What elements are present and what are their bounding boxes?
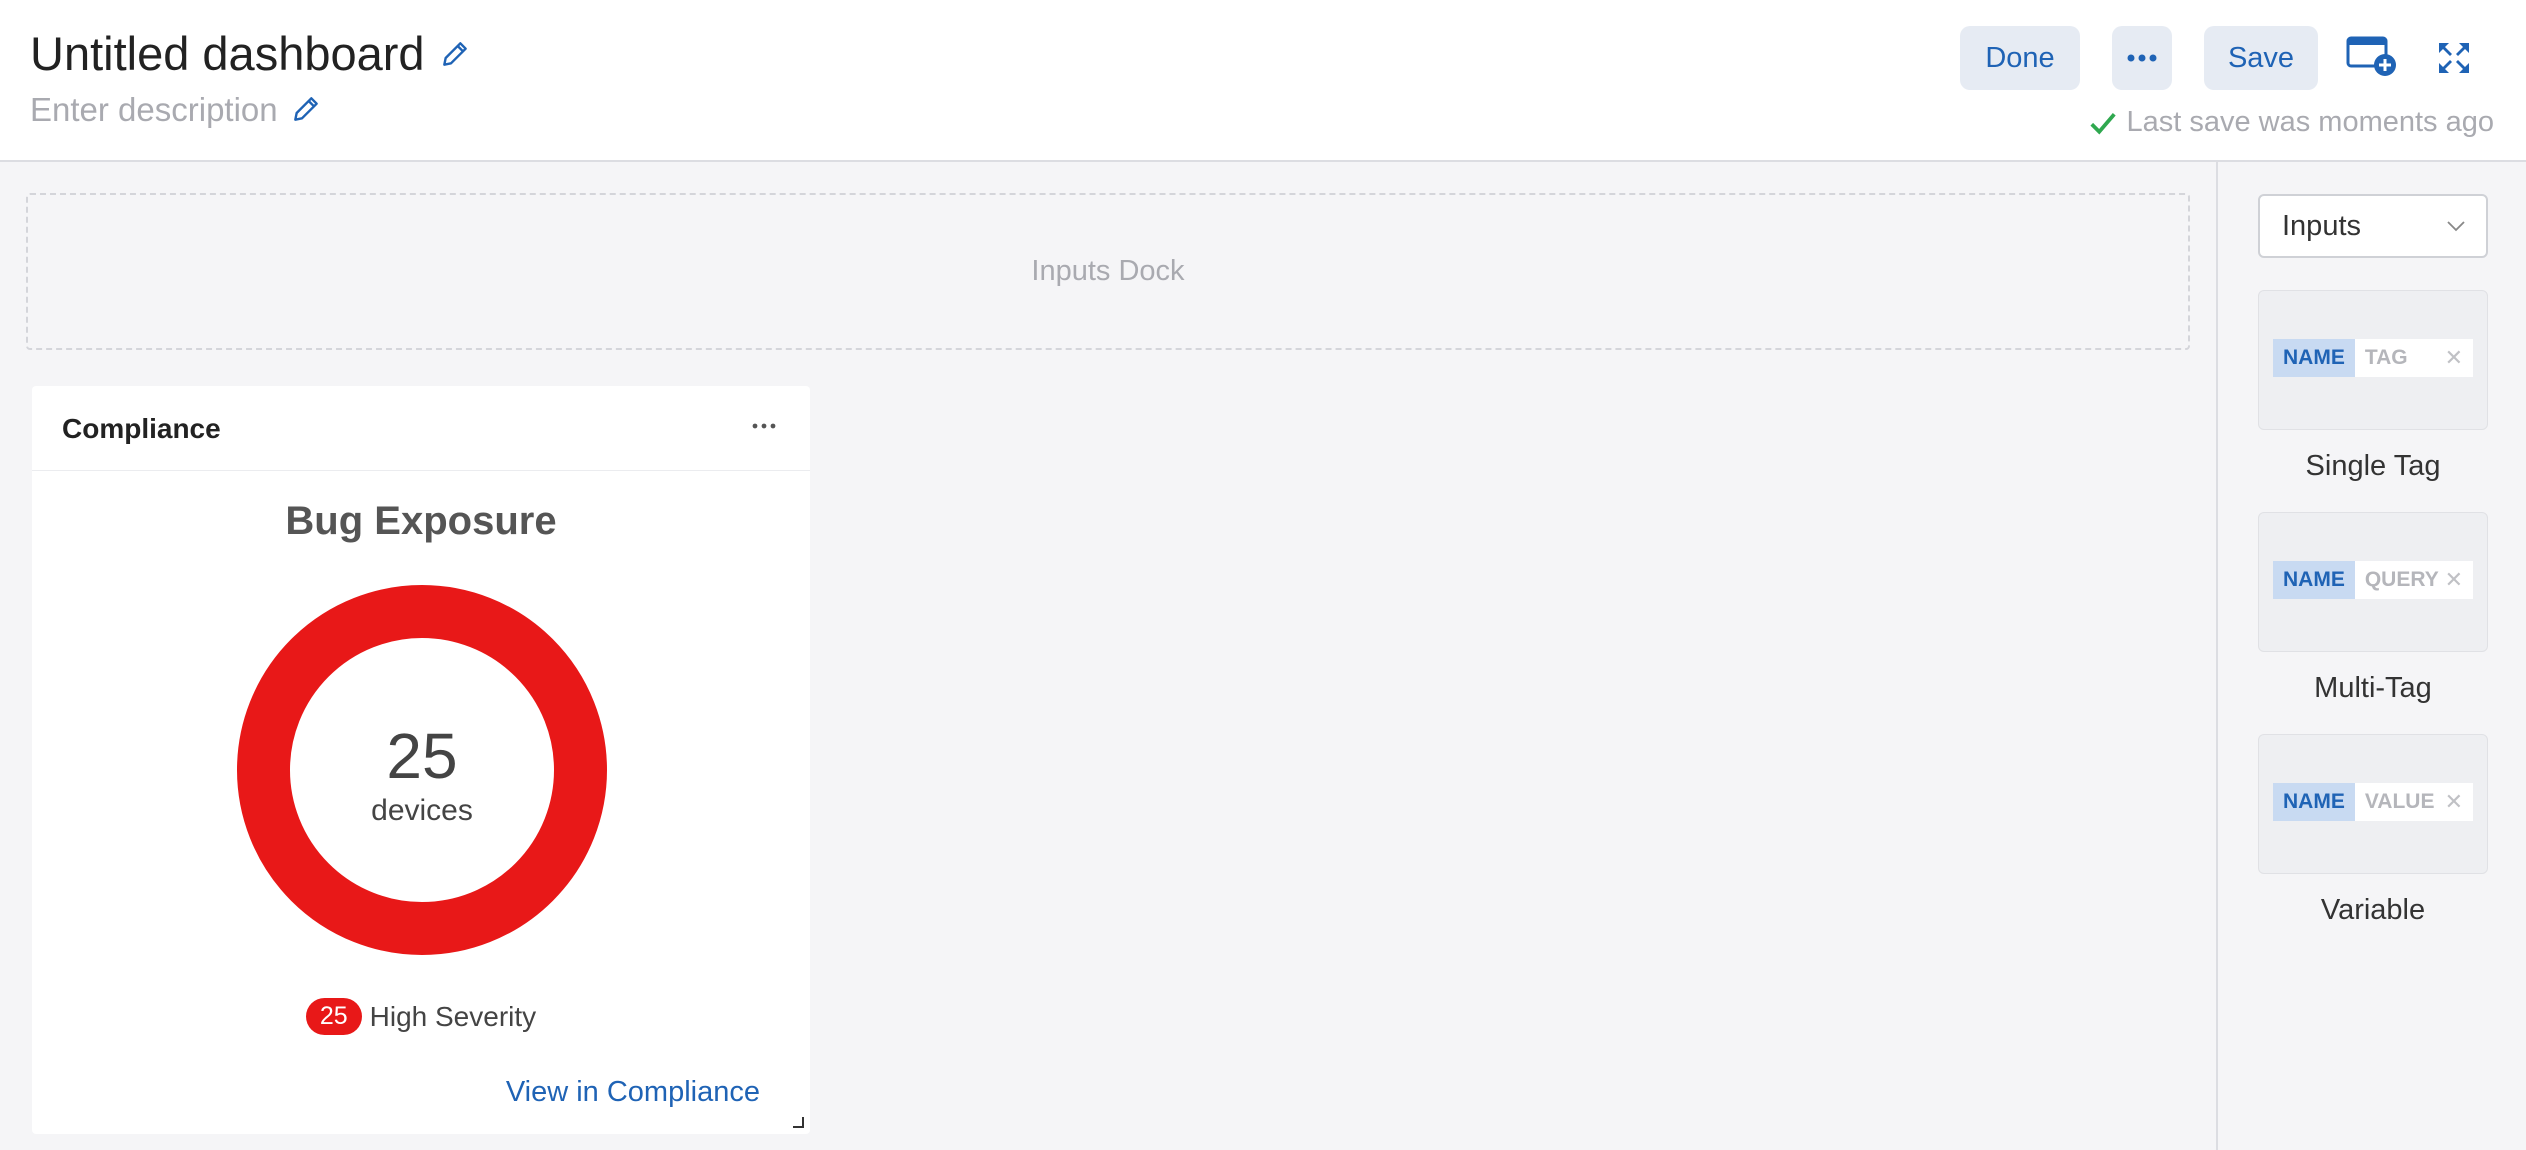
donut-center-unit: devices — [371, 794, 473, 827]
last-save-text: Last save was moments ago — [2126, 106, 2494, 138]
close-icon: ✕ — [2444, 789, 2463, 814]
last-save-status: Last save was moments ago — [2088, 106, 2494, 139]
inputs-dock[interactable]: Inputs Dock — [26, 193, 2190, 350]
chip-value: VALUE — [2364, 790, 2435, 813]
chevron-down-icon — [2447, 221, 2465, 232]
legend-label: High Severity — [369, 1000, 537, 1032]
ellipsis-icon — [752, 423, 776, 429]
pencil-icon[interactable] — [290, 93, 322, 125]
tag-chip: NAME VALUE ✕ — [2273, 783, 2473, 821]
chip-value: QUERY — [2364, 568, 2439, 591]
save-button[interactable]: Save — [2204, 26, 2318, 90]
dashboard-description[interactable]: Enter description — [30, 91, 278, 129]
chart-title: Bug Exposure — [285, 499, 557, 543]
select-value: Inputs — [2282, 209, 2361, 242]
view-in-compliance-link[interactable]: View in Compliance — [506, 1076, 760, 1109]
panel-type-select[interactable]: Inputs — [2258, 194, 2488, 258]
inputs-dock-label: Inputs Dock — [1031, 255, 1185, 287]
tile-label: Variable — [2320, 894, 2426, 926]
input-tile-variable[interactable]: NAME VALUE ✕ — [2258, 734, 2488, 874]
pencil-icon[interactable] — [439, 38, 471, 70]
ellipsis-icon — [2127, 54, 2157, 62]
chip-name: NAME — [2273, 339, 2355, 377]
inputs-panel: Inputs NAME TAG ✕ Single Tag NAME QUERY … — [2216, 162, 2526, 1150]
chart-legend: 25 High Severity — [32, 998, 810, 1035]
input-tile-single-tag[interactable]: NAME TAG ✕ — [2258, 290, 2488, 430]
dashboard-title[interactable]: Untitled dashboard — [30, 26, 425, 81]
severity-count-badge: 25 — [305, 998, 362, 1035]
chip-name: NAME — [2273, 561, 2355, 599]
resize-handle-icon[interactable] — [792, 1116, 804, 1128]
chip-value: TAG — [2364, 346, 2408, 369]
chip-name: NAME — [2273, 783, 2355, 821]
widget-header: Compliance — [32, 386, 810, 471]
tile-label: Single Tag — [2305, 450, 2441, 482]
tag-chip: NAME QUERY ✕ — [2273, 561, 2473, 599]
done-button[interactable]: Done — [1960, 26, 2080, 90]
widget-menu-button[interactable] — [742, 404, 786, 448]
input-tile-multi-tag[interactable]: NAME QUERY ✕ — [2258, 512, 2488, 652]
tag-chip: NAME TAG ✕ — [2273, 339, 2473, 377]
check-icon — [2090, 112, 2117, 135]
dashboard-header: Untitled dashboard Enter description Don… — [0, 0, 2526, 162]
more-options-button[interactable] — [2112, 26, 2172, 90]
fullscreen-icon[interactable] — [2436, 40, 2472, 76]
tile-label: Multi-Tag — [2314, 672, 2432, 704]
donut-center-value: 25 — [386, 720, 457, 792]
widget-title: Compliance — [62, 413, 221, 444]
donut-chart: 25 devices — [237, 585, 607, 955]
add-widget-icon[interactable] — [2346, 34, 2398, 78]
close-icon: ✕ — [2444, 345, 2463, 370]
close-icon: ✕ — [2444, 567, 2463, 592]
compliance-widget[interactable]: Compliance Bug Exposure 25 devices 25 Hi… — [32, 386, 810, 1134]
